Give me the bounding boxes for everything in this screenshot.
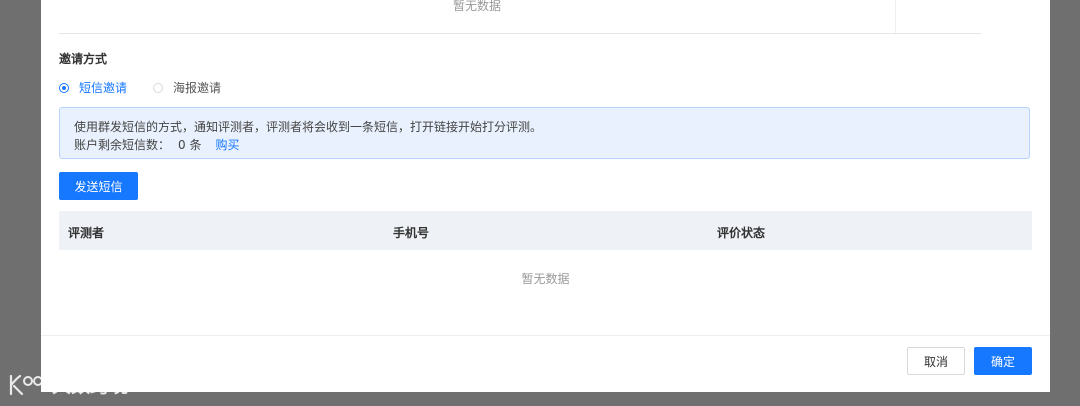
sms-info-alert: 使用群发短信的方式，通知评测者，评测者将会收到一条短信，打开链接开始打分评测。 … bbox=[59, 107, 1030, 159]
radio-checked-icon bbox=[59, 82, 69, 93]
watermark-logo: 大数跨境 bbox=[8, 371, 128, 398]
previous-table-empty-text: 暂无数据 bbox=[452, 0, 501, 13]
radio-unchecked-icon bbox=[153, 82, 164, 93]
invite-method-title: 邀请方式 bbox=[59, 52, 108, 66]
sms-info-text: 使用群发短信的方式，通知评测者，评测者将会收到一条短信，打开链接开始打分评测。 bbox=[74, 120, 543, 134]
evaluator-table-empty-text: 暂无数据 bbox=[521, 272, 570, 286]
confirm-button[interactable]: 确定 bbox=[974, 347, 1032, 375]
watermark-text: 大数跨境 bbox=[52, 375, 129, 397]
sms-balance-row: 账户剩余短信数： 0 条购买 bbox=[74, 136, 1015, 154]
send-sms-button[interactable]: 发送短信 bbox=[59, 172, 138, 200]
sms-balance-label: 账户剩余短信数： bbox=[74, 138, 171, 152]
radio-sms-invite-label: 短信邀请 bbox=[79, 81, 128, 95]
column-divider bbox=[895, 0, 896, 33]
invite-method-radio-group: 短信邀请 海报邀请 bbox=[59, 79, 247, 96]
dialog-footer: 取消 确定 bbox=[41, 335, 1050, 393]
column-header-evaluator: 评测者 bbox=[68, 226, 105, 240]
evaluation-invite-dialog: 暂无数据 邀请方式 短信邀请 海报邀请 使用群发短信的方式，通知评测者，评测者将… bbox=[41, 0, 1050, 392]
radio-sms-invite[interactable]: 短信邀请 bbox=[59, 79, 127, 96]
radio-poster-invite-label: 海报邀请 bbox=[173, 81, 222, 95]
cancel-button[interactable]: 取消 bbox=[907, 347, 965, 375]
previous-table-remnant: 暂无数据 bbox=[59, 0, 981, 34]
brand-logo-icon bbox=[9, 374, 43, 395]
radio-poster-invite[interactable]: 海报邀请 bbox=[153, 79, 221, 96]
column-header-status: 评价状态 bbox=[717, 226, 766, 240]
sms-balance-count: 0 条 bbox=[178, 138, 202, 152]
buy-sms-link[interactable]: 购买 bbox=[215, 138, 239, 152]
column-header-phone: 手机号 bbox=[393, 226, 430, 240]
evaluator-table-header: 评测者 手机号 评价状态 bbox=[59, 211, 1032, 250]
